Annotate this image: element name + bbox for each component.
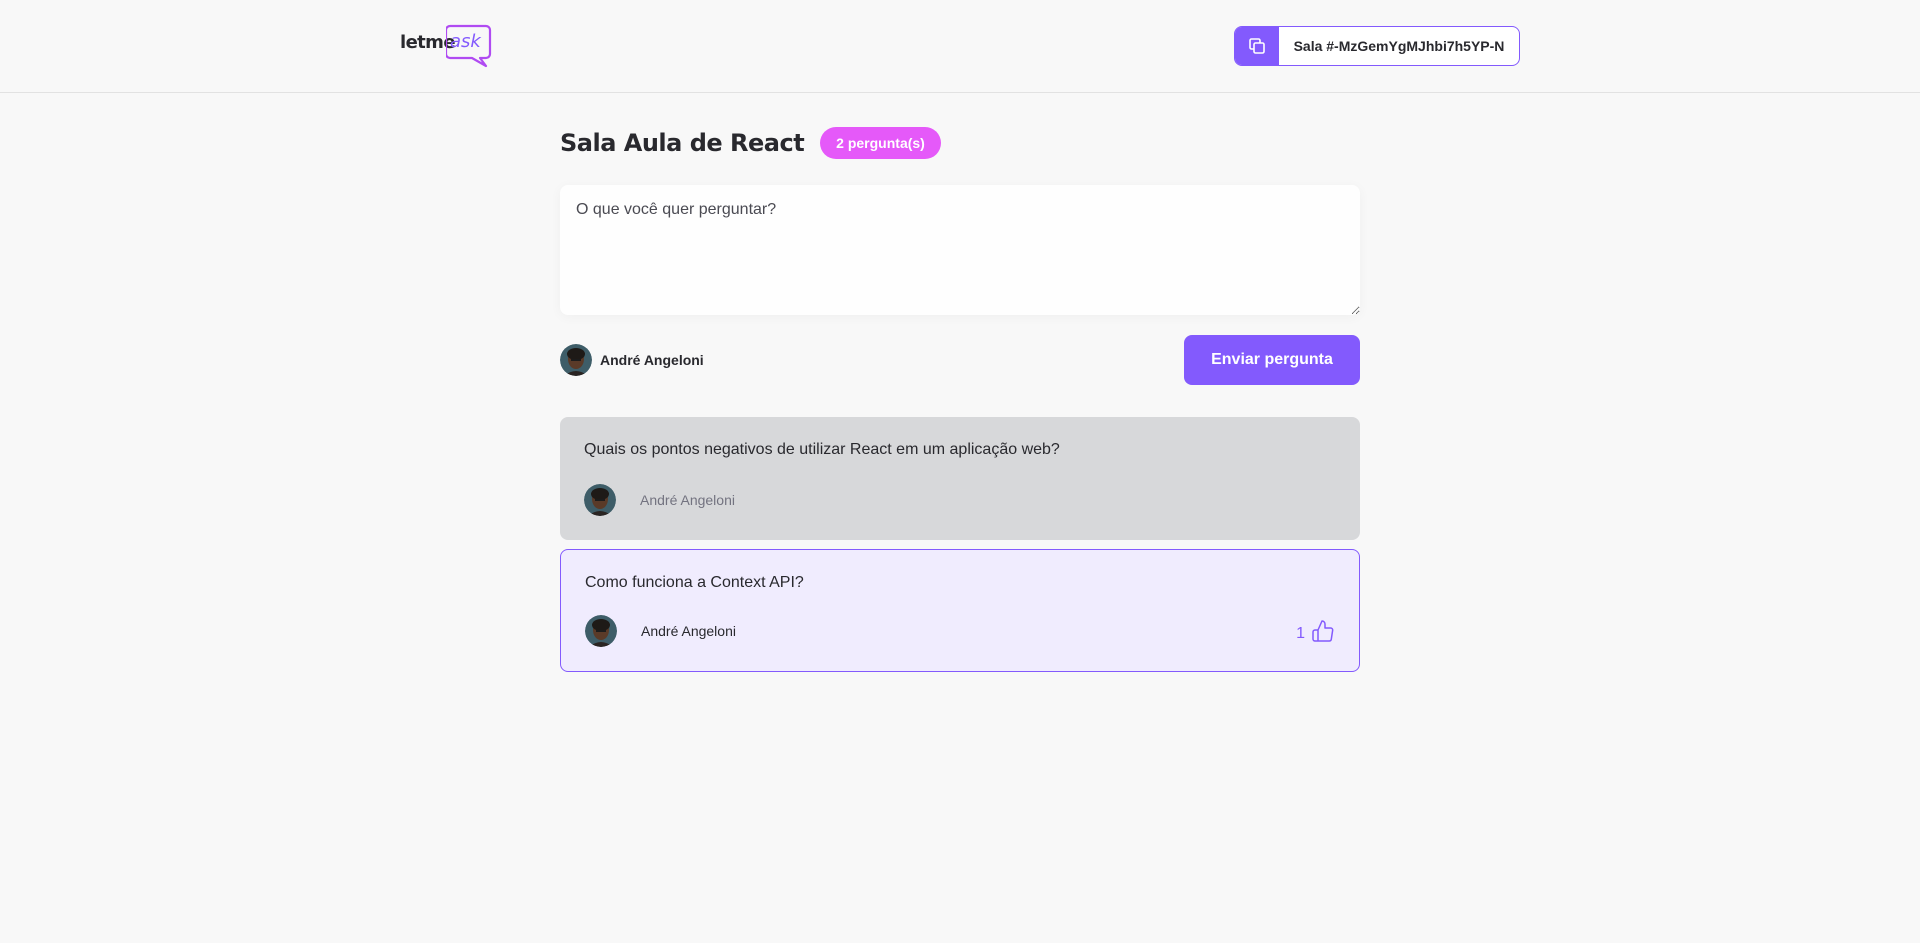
room-code-button[interactable]: Sala #-MzGemYgMJhbi7h5YP-N [1234, 26, 1520, 66]
like-button[interactable]: 1 [1296, 619, 1335, 643]
like-count: 1 [1296, 625, 1305, 642]
question-card-highlighted[interactable]: Quais os pontos negativos de utilizar Re… [560, 417, 1360, 540]
question-count-badge: 2 pergunta(s) [820, 127, 941, 159]
question-text: Como funciona a Context API? [585, 574, 804, 591]
logo-text-ask: ask [450, 31, 482, 52]
question-author: André Angeloni [585, 615, 736, 647]
copy-icon[interactable] [1235, 27, 1279, 65]
question-author: André Angeloni [584, 484, 735, 516]
avatar [584, 484, 616, 516]
room-code-text: Sala #-MzGemYgMJhbi7h5YP-N [1293, 38, 1505, 54]
room-title-row: Sala Aula de React 2 pergunta(s) [560, 126, 941, 160]
letmeask-logo[interactable]: letme ask [398, 22, 494, 70]
logo-speech-bubble: ask [446, 24, 492, 68]
current-user-name: André Angeloni [600, 352, 704, 368]
question-form-footer: André Angeloni Enviar pergunta [560, 335, 1360, 385]
question-footer: André Angeloni 1 [585, 615, 1335, 647]
question-author-name: André Angeloni [641, 623, 736, 639]
send-question-button[interactable]: Enviar pergunta [1184, 335, 1360, 385]
avatar [560, 344, 592, 376]
avatar [585, 615, 617, 647]
question-card-liked[interactable]: Como funciona a Context API? André Angel… [560, 549, 1360, 672]
question-text: Quais os pontos negativos de utilizar Re… [584, 441, 1060, 458]
question-author-name: André Angeloni [640, 492, 735, 508]
question-footer: André Angeloni [584, 484, 1336, 516]
question-input[interactable] [560, 185, 1360, 315]
app-header: letme ask Sala #-MzGemYgMJhbi7h5YP-N [0, 0, 1920, 93]
thumbs-up-icon [1312, 620, 1334, 642]
page-title: Sala Aula de React [560, 129, 805, 157]
current-user-info: André Angeloni [560, 344, 704, 376]
